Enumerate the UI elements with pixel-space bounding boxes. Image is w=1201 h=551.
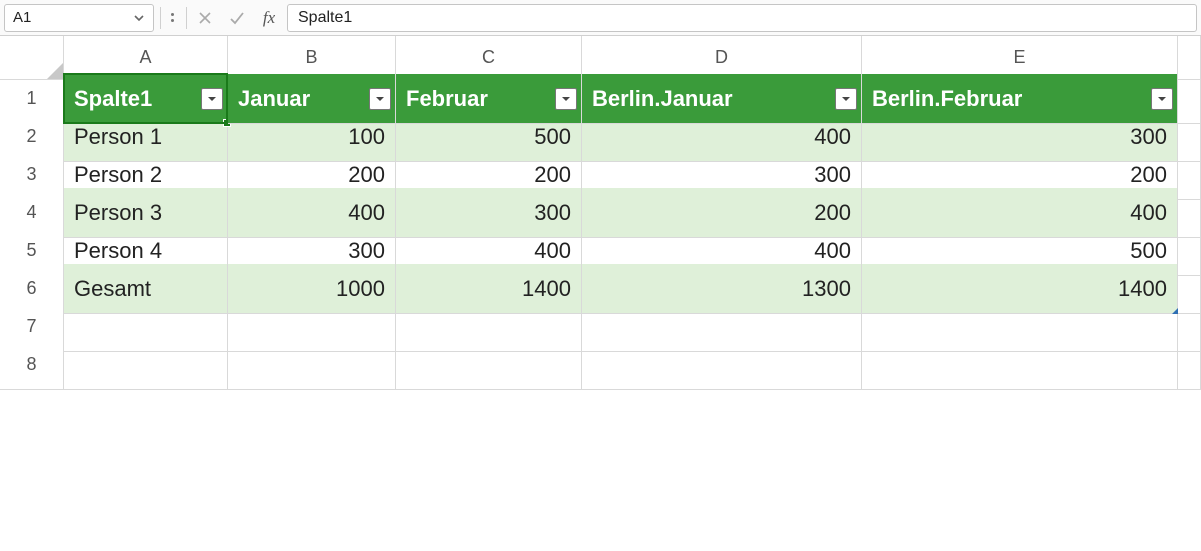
expand-formula-bar-icon[interactable]	[165, 13, 180, 22]
select-all-corner[interactable]	[0, 36, 64, 80]
cell-C8[interactable]	[396, 340, 582, 390]
separator	[186, 7, 187, 29]
row-header-8[interactable]: 8	[0, 340, 64, 390]
cell-A8[interactable]	[64, 340, 228, 390]
table-header-label: Februar	[406, 86, 488, 112]
cell-C1[interactable]: Februar	[396, 74, 582, 124]
filter-dropdown-icon[interactable]	[369, 88, 391, 110]
cell-blank[interactable]	[1178, 340, 1201, 390]
separator	[160, 7, 161, 29]
table-resize-handle-icon[interactable]	[1167, 303, 1177, 313]
insert-function-icon[interactable]: fx	[255, 4, 283, 32]
filter-dropdown-icon[interactable]	[555, 88, 577, 110]
cell-A1[interactable]: Spalte1	[64, 74, 228, 124]
cell-E6[interactable]: 1400	[862, 264, 1178, 314]
cell-D8[interactable]	[582, 340, 862, 390]
formula-input-value: Spalte1	[298, 9, 352, 27]
enter-icon[interactable]	[223, 4, 251, 32]
table-header-label: Spalte1	[74, 86, 152, 112]
cell-E1[interactable]: Berlin.Februar	[862, 74, 1178, 124]
chevron-down-icon[interactable]	[133, 12, 145, 24]
cancel-icon[interactable]	[191, 4, 219, 32]
table-header-label: Januar	[238, 86, 310, 112]
spreadsheet-grid[interactable]: A B C D E 1 Spalte1 Januar Februar Berli…	[0, 36, 1201, 378]
formula-bar: A1 fx Spalte1	[0, 0, 1201, 36]
formula-input[interactable]: Spalte1	[287, 4, 1197, 32]
filter-dropdown-icon[interactable]	[201, 88, 223, 110]
name-box-value: A1	[13, 9, 31, 26]
table-header-label: Berlin.Februar	[872, 86, 1022, 112]
cell-B8[interactable]	[228, 340, 396, 390]
name-box[interactable]: A1	[4, 4, 154, 32]
filter-dropdown-icon[interactable]	[1151, 88, 1173, 110]
filter-dropdown-icon[interactable]	[835, 88, 857, 110]
table-header-label: Berlin.Januar	[592, 86, 733, 112]
cell-E8[interactable]	[862, 340, 1178, 390]
cell-B1[interactable]: Januar	[228, 74, 396, 124]
cell-D1[interactable]: Berlin.Januar	[582, 74, 862, 124]
